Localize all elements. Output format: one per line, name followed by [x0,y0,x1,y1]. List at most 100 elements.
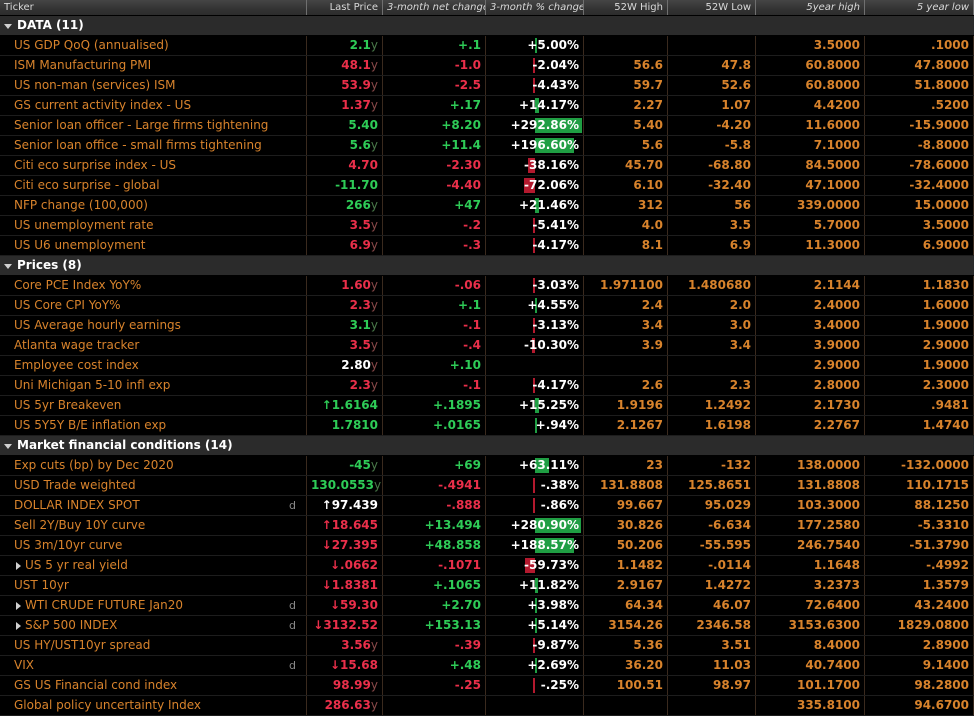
ticker-cell[interactable]: UST 10yr [0,576,307,595]
table-row[interactable]: ISM Manufacturing PMI 48.1y -1.0 -2.04% 56.6… [0,56,974,76]
table-row[interactable]: US U6 unemployment 6.9y -.3 -4.17% 8.1 6.9 11.… [0,236,974,256]
ticker-cell[interactable]: Senior loan office - small firms tighten… [0,136,307,155]
column-header-last[interactable]: Last Price [307,0,383,15]
price-source-suffix: y [370,38,378,52]
chevron-down-icon[interactable] [4,23,12,29]
column-header-pct[interactable]: 3-month % change [486,0,584,15]
ticker-cell[interactable]: Senior loan officer - Large firms tighte… [0,116,307,135]
last-price-value: 5.6 [349,138,371,152]
last-price-cell: 2.1y [307,36,383,55]
ticker-cell[interactable]: USD Trade weighted [0,476,307,495]
table-row[interactable]: US unemployment rate 3.5y -.2 -5.41% 4.0 3.5 5… [0,216,974,236]
ticker-cell[interactable]: Uni Michigan 5-10 infl exp [0,376,307,395]
table-row[interactable]: Exp cuts (bp) by Dec 2020 -45y +69 +63.11% 2… [0,456,974,476]
column-header-l5[interactable]: 5 year low [865,0,974,15]
ticker-cell[interactable]: US HY/UST10yr spread [0,636,307,655]
table-row[interactable]: US HY/UST10yr spread 3.56y -.39 -9.87% 5.36 3… [0,636,974,656]
ticker-cell[interactable]: Atlanta wage tracker [0,336,307,355]
table-row[interactable]: VIX d ↓15.68 +.48 +2.69% 36.20 11.03 40.7400 9.1… [0,656,974,676]
table-row[interactable]: Employee cost index 2.80y +.10 2.9000 1.9000 [0,356,974,376]
arrow-down-icon: ↓ [321,578,332,592]
ticker-cell[interactable]: DOLLAR INDEX SPOT d [0,496,307,515]
52w-low-cell: 3.5 [668,216,756,235]
table-row[interactable]: NFP change (100,000) 266y +47 +21.46% 312 56 3… [0,196,974,216]
column-header-ticker[interactable]: Ticker [0,0,307,15]
ticker-cell[interactable]: US 5yr Breakeven [0,396,307,415]
table-row[interactable]: US GDP QoQ (annualised) 2.1y +.1 +5.00% 3.50… [0,36,974,56]
ticker-cell[interactable]: US U6 unemployment [0,236,307,255]
ticker-cell[interactable]: GS current activity index - US [0,96,307,115]
table-row[interactable]: Core PCE Index YoY% 1.60y -.06 -3.03% 1.9711… [0,276,974,296]
chevron-down-icon[interactable] [4,263,12,269]
ticker-cell[interactable]: US 5Y5Y B/E inflation exp [0,416,307,435]
table-row[interactable]: US 5Y5Y B/E inflation exp 1.7810 +.0165 +.9… [0,416,974,436]
ticker-cell[interactable]: ISM Manufacturing PMI [0,56,307,75]
expand-row-icon[interactable] [16,561,21,570]
ticker-cell[interactable]: VIX d [0,656,307,675]
ticker-cell[interactable]: Exp cuts (bp) by Dec 2020 [0,456,307,475]
last-price-cell: 3.56y [307,636,383,655]
ticker-cell[interactable]: S&P 500 INDEX d [0,616,307,635]
ticker-cell[interactable]: GS US Financial cond index [0,676,307,695]
table-row[interactable]: US Average hourly earnings 3.1y -.1 -3.13% 3… [0,316,974,336]
52w-high-cell: 5.36 [584,636,668,655]
ticker-cell[interactable]: Citi eco surprise - global [0,176,307,195]
ticker-cell[interactable]: Global policy uncertainty Index [0,696,307,715]
pct-change-cell: +188.57% [486,536,584,555]
table-row[interactable]: US Core CPI YoY% 2.3y +.1 +4.55% 2.4 2.0 2.400… [0,296,974,316]
5yr-low-cell: 2.8900 [865,636,974,655]
52w-high-cell: 99.667 [584,496,668,515]
table-row[interactable]: UST 10yr ↓1.8381 +.1065 +11.82% 2.9167 1.4272… [0,576,974,596]
table-row[interactable]: Uni Michigan 5-10 infl exp 2.3y -.1 -4.17% 2… [0,376,974,396]
table-row[interactable]: USD Trade weighted 130.0553y -.4941 -.38% 13… [0,476,974,496]
5yr-low-cell: 1.9000 [865,316,974,335]
group-name: Market financial conditions (14) [17,438,233,452]
table-row[interactable]: US 5 yr real yield ↓.0662 -.1071 -59.73% 1.1… [0,556,974,576]
52w-high-cell: 5.40 [584,116,668,135]
group-header-row[interactable]: Market financial conditions (14) [0,436,974,456]
ticker-cell[interactable]: NFP change (100,000) [0,196,307,215]
table-row[interactable]: Atlanta wage tracker 3.5y -.4 -10.30% 3.9 3.4… [0,336,974,356]
52w-low-cell: 3.51 [668,636,756,655]
column-header-l52[interactable]: 52W Low [668,0,756,15]
table-row[interactable]: Citi eco surprise - global -11.70 -4.40 -72… [0,176,974,196]
table-row[interactable]: Citi eco surprise index - US 4.70 -2.30 -38… [0,156,974,176]
table-row[interactable]: S&P 500 INDEX d ↓3132.52 +153.13 +5.14% 3154.… [0,616,974,636]
ticker-cell[interactable]: WTI CRUDE FUTURE Jan20 d [0,596,307,615]
ticker-cell[interactable]: Employee cost index [0,356,307,375]
ticker-cell[interactable]: US unemployment rate [0,216,307,235]
ticker-cell[interactable]: Citi eco surprise index - US [0,156,307,175]
table-row[interactable]: Senior loan officer - Large firms tighte… [0,116,974,136]
ticker-label: US 5yr Breakeven [14,398,122,412]
table-row[interactable]: US non-man (services) ISM 53.9y -2.5 -4.43%… [0,76,974,96]
ticker-cell[interactable]: Core PCE Index YoY% [0,276,307,295]
chevron-down-icon[interactable] [4,443,12,449]
ticker-cell[interactable]: US 3m/10yr curve [0,536,307,555]
5yr-high-cell: 8.4000 [756,636,865,655]
column-header-h52[interactable]: 52W High [584,0,668,15]
ticker-cell[interactable]: US Average hourly earnings [0,316,307,335]
expand-row-icon[interactable] [16,601,21,610]
ticker-label: GS US Financial cond index [14,678,178,692]
group-header-row[interactable]: DATA (11) [0,16,974,36]
table-row[interactable]: Senior loan office - small firms tighten… [0,136,974,156]
table-row[interactable]: US 3m/10yr curve ↓27.395 +48.858 +188.57% 50… [0,536,974,556]
table-row[interactable]: Sell 2Y/Buy 10Y curve ↑18.645 +13.494 +280.… [0,516,974,536]
ticker-cell[interactable]: US 5 yr real yield [0,556,307,575]
column-header-net[interactable]: 3-month net change [383,0,486,15]
table-row[interactable]: Global policy uncertainty Index 286.63y 33… [0,696,974,716]
column-header-h5[interactable]: 5year high [756,0,865,15]
ticker-cell[interactable]: Sell 2Y/Buy 10Y curve [0,516,307,535]
ticker-cell[interactable]: US non-man (services) ISM [0,76,307,95]
last-price-cell: 266y [307,196,383,215]
table-row[interactable]: US 5yr Breakeven ↑1.6164 +.1895 +15.25% 1.91… [0,396,974,416]
ticker-cell[interactable]: US Core CPI YoY% [0,296,307,315]
table-row[interactable]: DOLLAR INDEX SPOT d ↑97.439 -.888 -.86% 99.66… [0,496,974,516]
table-row[interactable]: WTI CRUDE FUTURE Jan20 d ↓59.30 +2.70 +3.98%… [0,596,974,616]
table-row[interactable]: GS US Financial cond index 98.99y -.25 -.25… [0,676,974,696]
group-header-row[interactable]: Prices (8) [0,256,974,276]
52w-high-cell [584,356,668,375]
expand-row-icon[interactable] [16,621,21,630]
table-row[interactable]: GS current activity index - US 1.37y +.17 +… [0,96,974,116]
ticker-cell[interactable]: US GDP QoQ (annualised) [0,36,307,55]
